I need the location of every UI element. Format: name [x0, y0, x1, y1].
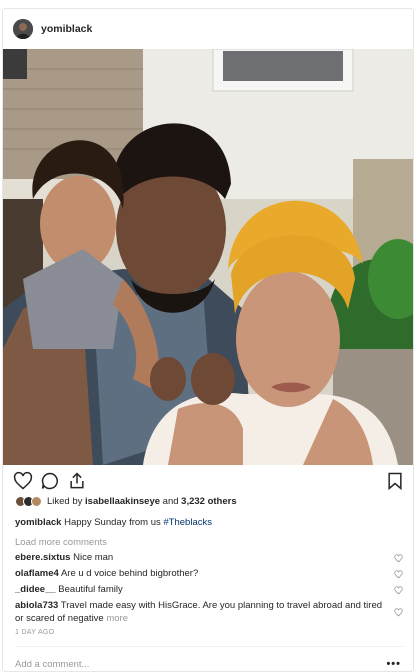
divider: [15, 646, 403, 647]
comment-like-icon[interactable]: [394, 554, 403, 563]
comment-list: ebere.sixtus Nice man olaflame4 Are u d …: [15, 552, 405, 629]
load-more-comments[interactable]: Load more comments: [15, 537, 107, 548]
post-photo[interactable]: [3, 49, 413, 465]
comment-like-icon[interactable]: [394, 586, 403, 595]
share-icon[interactable]: [67, 471, 87, 491]
comment-icon[interactable]: [40, 471, 60, 491]
post-caption: yomiblack Happy Sunday from us #Theblack…: [15, 517, 212, 528]
heart-icon[interactable]: [13, 471, 33, 491]
comment-item: olaflame4 Are u d voice behind bigbrothe…: [15, 568, 405, 581]
comment-username[interactable]: _didee__: [15, 584, 56, 595]
comment-username[interactable]: olaflame4: [15, 568, 59, 579]
caption-text: Happy Sunday from us: [61, 517, 164, 528]
liker-username[interactable]: isabellaakinseye: [85, 496, 160, 507]
post-card: yomiblack Liked by isabellaakinseye and …: [2, 8, 414, 672]
bookmark-icon[interactable]: [385, 471, 405, 491]
comment-text: Nice man: [70, 552, 114, 563]
likes-summary: Liked by isabellaakinseye and 3,232 othe…: [47, 496, 237, 507]
post-timestamp[interactable]: 1 DAY AGO: [15, 629, 54, 636]
add-comment-input[interactable]: [15, 659, 355, 670]
comment-text: Beautiful family: [55, 584, 123, 595]
comment-username[interactable]: ebere.sixtus: [15, 552, 70, 563]
comment-item: ebere.sixtus Nice man: [15, 552, 405, 565]
likes-middle: and: [160, 496, 182, 507]
avatar[interactable]: [13, 19, 33, 39]
liker-avatar: [31, 496, 42, 507]
comment-like-icon[interactable]: [394, 570, 403, 579]
post-username[interactable]: yomiblack: [41, 23, 92, 35]
action-bar: [3, 471, 413, 493]
more-options-icon[interactable]: •••: [386, 658, 401, 670]
comment-item: abiola733 Travel made easy with HisGrace…: [15, 600, 405, 625]
comment-item: _didee__ Beautiful family: [15, 584, 405, 597]
post-header: yomiblack: [3, 9, 413, 49]
comment-like-icon[interactable]: [394, 608, 403, 617]
comment-username[interactable]: abiola733: [15, 600, 58, 611]
caption-hashtag[interactable]: #Theblacks: [163, 517, 212, 528]
caption-username[interactable]: yomiblack: [15, 517, 61, 528]
likes-row: Liked by isabellaakinseye and 3,232 othe…: [15, 496, 237, 507]
comment-text: Travel made easy with HisGrace. Are you …: [15, 600, 383, 624]
liker-avatars[interactable]: [15, 496, 42, 507]
likes-count[interactable]: 3,232 others: [181, 496, 236, 507]
comment-text: Are u d voice behind bigbrother?: [58, 568, 199, 579]
comment-more-link[interactable]: more: [106, 613, 128, 624]
likes-prefix: Liked by: [47, 496, 86, 507]
